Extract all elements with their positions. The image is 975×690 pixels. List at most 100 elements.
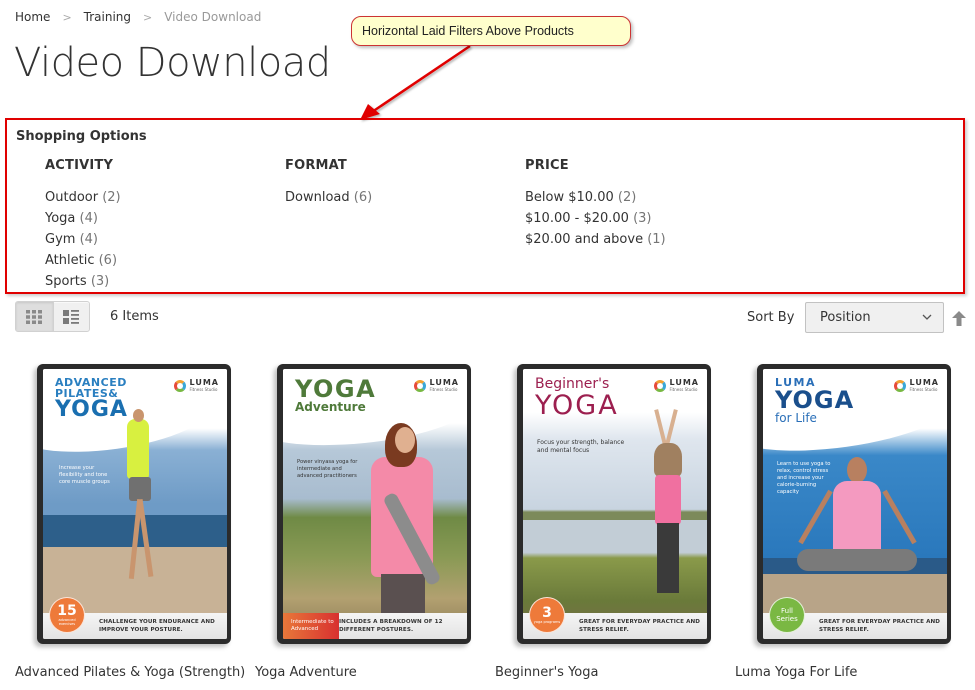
filter-label: Athletic: [45, 253, 95, 268]
product-name-link[interactable]: Beginner's Yoga: [495, 665, 598, 680]
badge-subtext: yoga programs: [533, 620, 561, 624]
luma-logo-icon: [413, 379, 426, 392]
filters-title: Shopping Options: [16, 129, 147, 144]
dvd-cover: Beginner's YOGA LUMA Fitness Studio Focus…: [523, 369, 707, 639]
filter-group-title: FORMAT: [285, 158, 347, 173]
figure-leggings: [657, 523, 679, 593]
filter-count: (6): [353, 190, 373, 205]
product-name-link[interactable]: Yoga Adventure: [255, 665, 357, 680]
figure-hair: [654, 443, 682, 477]
figure-head: [133, 409, 144, 422]
filter-count: (2): [102, 190, 121, 205]
breadcrumb-training[interactable]: Training: [84, 10, 131, 24]
filter-option-20-above[interactable]: $20.00 and above (1): [525, 229, 666, 250]
figure-shirt: [833, 481, 881, 553]
filter-label: Outdoor: [45, 190, 99, 205]
filter-option-below-10[interactable]: Below $10.00 (2): [525, 187, 666, 208]
annotation-callout: Horizontal Laid Filters Above Products: [351, 16, 631, 46]
dvd-cover: YOGA Adventure LUMA Fitness Studio Power …: [283, 369, 467, 639]
filter-label: Yoga: [45, 211, 76, 226]
product-item: Beginner's YOGA LUMA Fitness Studio Focus…: [495, 362, 725, 680]
cover-title: ADVANCED PILATES& YOGA: [55, 377, 128, 421]
product-item: LUMA YOGA for Life LUMA Fitness Studio Le…: [735, 362, 965, 680]
cover-title-line: YOGA: [55, 397, 128, 422]
filter-group-format: FORMAT Download (6): [285, 158, 372, 208]
filter-label: Below $10.00: [525, 190, 614, 205]
filter-count: (4): [79, 232, 98, 247]
filter-label: Download: [285, 190, 350, 205]
figure-legs: [797, 549, 917, 571]
cover-badge: 15 advanced exercises: [49, 597, 85, 633]
filter-group-activity: ACTIVITY Outdoor (2) Yoga (4) Gym (4) At…: [45, 158, 121, 292]
list-view-button[interactable]: [52, 302, 90, 331]
filter-count: (2): [617, 190, 637, 205]
filter-group-price: PRICE Below $10.00 (2) $10.00 - $20.00 (…: [525, 158, 666, 250]
filter-option-athletic[interactable]: Athletic (6): [45, 250, 121, 271]
luma-logo-icon: [173, 379, 186, 392]
filter-option-yoga[interactable]: Yoga (4): [45, 208, 121, 229]
arrow-up-icon[interactable]: [952, 311, 966, 326]
cover-tagline: GREAT FOR EVERYDAY PRACTICE AND STRESS R…: [819, 619, 941, 633]
cover-blurb: Learn to use yoga to relax, control stre…: [777, 461, 831, 495]
cover-tagline: GREAT FOR EVERYDAY PRACTICE AND STRESS R…: [579, 619, 701, 633]
filter-label: Gym: [45, 232, 76, 247]
figure-head: [847, 457, 867, 483]
logo-text: LUMA: [909, 378, 939, 387]
luma-logo-icon: [893, 379, 906, 392]
luma-logo: LUMA Fitness Studio: [893, 378, 939, 392]
product-name-link[interactable]: Luma Yoga For Life: [735, 665, 857, 680]
product-image[interactable]: LUMA YOGA for Life LUMA Fitness Studio Le…: [753, 362, 953, 647]
product-name-link[interactable]: Advanced Pilates & Yoga (Strength): [15, 665, 245, 680]
cover-tagline: CHALLENGE YOUR ENDURANCE AND IMPROVE YOU…: [99, 619, 215, 633]
logo-subtext: Fitness Studio: [669, 387, 698, 392]
cover-blurb: Focus your strength, balance and mental …: [537, 439, 625, 454]
filter-label: Sports: [45, 274, 87, 289]
filter-option-10-20[interactable]: $10.00 - $20.00 (3): [525, 208, 666, 229]
shopping-options-filters: Shopping Options ACTIVITY Outdoor (2) Yo…: [5, 118, 965, 294]
sort-by-select[interactable]: Position: [805, 302, 944, 333]
cover-badge: 3 yoga programs: [529, 597, 565, 633]
filter-group-title: PRICE: [525, 158, 569, 173]
cover-title-line: Beginner's: [535, 376, 610, 392]
cover-title-line: YOGA: [535, 390, 619, 421]
filter-option-gym[interactable]: Gym (4): [45, 229, 121, 250]
sort-by-label: Sort By: [747, 310, 795, 325]
figure-pants: [381, 574, 425, 614]
product-image[interactable]: ADVANCED PILATES& YOGA LUMA Fitness Studi…: [33, 362, 233, 647]
badge-number: 15: [57, 603, 77, 619]
cover-ribbon: Intermediate to Advanced: [283, 613, 339, 639]
cover-title-line: YOGA: [295, 375, 377, 403]
filter-option-sports[interactable]: Sports (3): [45, 271, 121, 292]
logo-text: LUMA: [429, 378, 459, 387]
filter-option-download[interactable]: Download (6): [285, 187, 372, 208]
dvd-case: Beginner's YOGA LUMA Fitness Studio Focus…: [517, 364, 711, 644]
cover-title: LUMA YOGA for Life: [775, 377, 854, 424]
page-title: Video Download: [14, 40, 331, 86]
badge-number: 3: [542, 605, 552, 621]
figure-top: [655, 475, 681, 525]
cover-title: YOGA Adventure: [295, 377, 376, 413]
dvd-cover: ADVANCED PILATES& YOGA LUMA Fitness Studi…: [43, 369, 227, 639]
dvd-case: ADVANCED PILATES& YOGA LUMA Fitness Studi…: [37, 364, 231, 644]
cover-title: Beginner's YOGA: [535, 377, 619, 419]
product-image[interactable]: YOGA Adventure LUMA Fitness Studio Power …: [273, 362, 473, 647]
cover-blurb: Increase your flexibility and tone core …: [59, 465, 110, 485]
product-image[interactable]: Beginner's YOGA LUMA Fitness Studio Focus…: [513, 362, 713, 647]
filter-count: (1): [647, 232, 666, 247]
filter-group-title: ACTIVITY: [45, 158, 114, 173]
badge-subtext: advanced exercises: [58, 618, 76, 626]
filter-count: (3): [90, 274, 110, 289]
filter-option-outdoor[interactable]: Outdoor (2): [45, 187, 121, 208]
product-item: YOGA Adventure LUMA Fitness Studio Power …: [255, 362, 485, 680]
luma-logo: LUMA Fitness Studio: [173, 379, 219, 392]
figure-shirt: [127, 419, 149, 479]
view-mode-switch: [15, 301, 90, 332]
grid-icon: [26, 309, 43, 324]
breadcrumb-home[interactable]: Home: [15, 10, 50, 24]
logo-subtext: Fitness Studio: [189, 387, 218, 392]
grid-view-button[interactable]: [16, 302, 53, 331]
logo-text: LUMA: [669, 378, 699, 387]
items-count: 6 Items: [110, 309, 159, 324]
dvd-case: LUMA YOGA for Life LUMA Fitness Studio Le…: [757, 364, 951, 644]
badge-text: Full Series: [776, 607, 798, 623]
